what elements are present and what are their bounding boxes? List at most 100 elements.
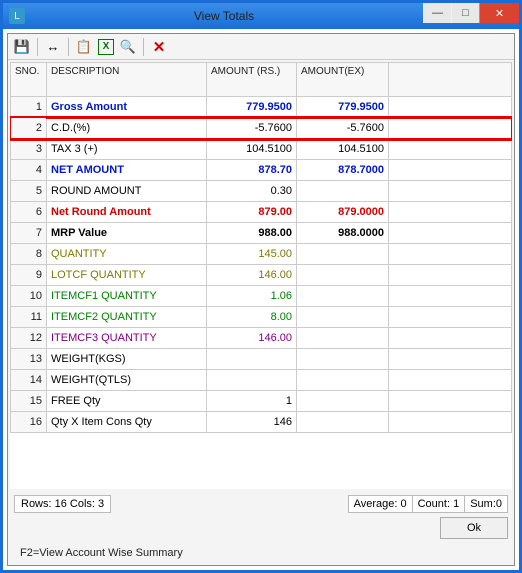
close-button[interactable]: ✕	[479, 3, 519, 23]
cell-sno[interactable]: 16	[11, 412, 47, 433]
cell-amount-rs[interactable]: 779.9500	[207, 97, 297, 118]
cell-amount-rs[interactable]: -5.7600	[207, 118, 297, 139]
cell-description[interactable]: FREE Qty	[47, 391, 207, 412]
find-binoculars-icon[interactable]: 🔍	[118, 37, 138, 57]
header-amount-rs[interactable]: AMOUNT (RS.)	[207, 63, 297, 97]
cell-description[interactable]: C.D.(%)	[47, 118, 207, 139]
excel-export-icon[interactable]: X	[98, 39, 114, 55]
cell-amount-ex[interactable]	[297, 412, 389, 433]
cell-amount-rs[interactable]: 146.00	[207, 265, 297, 286]
cell-amount-ex[interactable]: 988.0000	[297, 223, 389, 244]
table-row[interactable]: 14WEIGHT(QTLS)	[11, 370, 512, 391]
cell-description[interactable]: Qty X Item Cons Qty	[47, 412, 207, 433]
table-row[interactable]: 12ITEMCF3 QUANTITY146.00	[11, 328, 512, 349]
cell-sno[interactable]: 9	[11, 265, 47, 286]
cell-sno[interactable]: 8	[11, 244, 47, 265]
fit-width-icon[interactable]: ↔	[43, 37, 63, 57]
cell-amount-ex[interactable]: -5.7600	[297, 118, 389, 139]
cell-amount-ex[interactable]	[297, 265, 389, 286]
cell-amount-rs[interactable]: 988.00	[207, 223, 297, 244]
separator	[37, 38, 38, 56]
cell-sno[interactable]: 1	[11, 97, 47, 118]
cell-amount-ex[interactable]	[297, 244, 389, 265]
header-description[interactable]: DESCRIPTION	[47, 63, 207, 97]
cell-amount-ex[interactable]	[297, 181, 389, 202]
cell-spacer	[389, 160, 512, 181]
cell-amount-ex[interactable]	[297, 286, 389, 307]
cell-sno[interactable]: 10	[11, 286, 47, 307]
cell-sno[interactable]: 2	[11, 118, 47, 139]
minimize-button[interactable]: —	[423, 3, 451, 23]
table-row[interactable]: 4NET AMOUNT878.70878.7000	[11, 160, 512, 181]
save-icon[interactable]: 💾	[12, 37, 32, 57]
cell-amount-ex[interactable]	[297, 391, 389, 412]
table-row[interactable]: 3TAX 3 (+)104.5100104.5100	[11, 139, 512, 160]
cell-amount-ex[interactable]	[297, 370, 389, 391]
cell-sno[interactable]: 13	[11, 349, 47, 370]
cell-description[interactable]: ITEMCF1 QUANTITY	[47, 286, 207, 307]
titlebar[interactable]: L View Totals — □ ✕	[3, 3, 519, 29]
cell-amount-rs[interactable]: 878.70	[207, 160, 297, 181]
header-sno[interactable]: SNO.	[11, 63, 47, 97]
table-row[interactable]: 13WEIGHT(KGS)	[11, 349, 512, 370]
cell-amount-rs[interactable]: 146	[207, 412, 297, 433]
cell-amount-ex[interactable]: 779.9500	[297, 97, 389, 118]
cell-amount-rs[interactable]: 146.00	[207, 328, 297, 349]
cell-amount-rs[interactable]: 104.5100	[207, 139, 297, 160]
cell-description[interactable]: WEIGHT(KGS)	[47, 349, 207, 370]
table-row[interactable]: 11ITEMCF2 QUANTITY8.00	[11, 307, 512, 328]
table-row[interactable]: 8QUANTITY145.00	[11, 244, 512, 265]
table-row[interactable]: 6Net Round Amount879.00879.0000	[11, 202, 512, 223]
cell-description[interactable]: WEIGHT(QTLS)	[47, 370, 207, 391]
cell-sno[interactable]: 11	[11, 307, 47, 328]
ok-button[interactable]: Ok	[440, 517, 508, 539]
cell-spacer	[389, 328, 512, 349]
cell-description[interactable]: Gross Amount	[47, 97, 207, 118]
cell-amount-ex[interactable]: 104.5100	[297, 139, 389, 160]
cell-sno[interactable]: 4	[11, 160, 47, 181]
copy-icon[interactable]: 📋	[74, 37, 94, 57]
cell-amount-ex[interactable]: 878.7000	[297, 160, 389, 181]
table-row[interactable]: 9LOTCF QUANTITY146.00	[11, 265, 512, 286]
cell-amount-ex[interactable]: 879.0000	[297, 202, 389, 223]
cell-amount-rs[interactable]: 879.00	[207, 202, 297, 223]
header-amount-ex[interactable]: AMOUNT(EX)	[297, 63, 389, 97]
cell-amount-ex[interactable]	[297, 328, 389, 349]
table-row[interactable]: 10ITEMCF1 QUANTITY1.06	[11, 286, 512, 307]
cell-amount-rs[interactable]	[207, 349, 297, 370]
table-row[interactable]: 2C.D.(%)-5.7600-5.7600	[11, 118, 512, 139]
cell-sno[interactable]: 5	[11, 181, 47, 202]
view-totals-window: L View Totals — □ ✕ 💾 ↔ 📋 X 🔍 ✕	[0, 0, 522, 573]
cell-description[interactable]: ROUND AMOUNT	[47, 181, 207, 202]
cell-description[interactable]: ITEMCF3 QUANTITY	[47, 328, 207, 349]
cell-amount-rs[interactable]: 1.06	[207, 286, 297, 307]
cell-amount-ex[interactable]	[297, 307, 389, 328]
cell-sno[interactable]: 3	[11, 139, 47, 160]
cell-description[interactable]: LOTCF QUANTITY	[47, 265, 207, 286]
cell-description[interactable]: ITEMCF2 QUANTITY	[47, 307, 207, 328]
cell-amount-ex[interactable]	[297, 349, 389, 370]
table-row[interactable]: 16Qty X Item Cons Qty146	[11, 412, 512, 433]
cell-sno[interactable]: 7	[11, 223, 47, 244]
cell-amount-rs[interactable]: 0.30	[207, 181, 297, 202]
delete-icon[interactable]: ✕	[149, 37, 169, 57]
maximize-button[interactable]: □	[451, 3, 479, 23]
cell-amount-rs[interactable]: 1	[207, 391, 297, 412]
cell-description[interactable]: MRP Value	[47, 223, 207, 244]
cell-sno[interactable]: 14	[11, 370, 47, 391]
cell-description[interactable]: NET AMOUNT	[47, 160, 207, 181]
table-row[interactable]: 5ROUND AMOUNT0.30	[11, 181, 512, 202]
cell-sno[interactable]: 15	[11, 391, 47, 412]
cell-sno[interactable]: 12	[11, 328, 47, 349]
cell-amount-rs[interactable]: 8.00	[207, 307, 297, 328]
table-row[interactable]: 15FREE Qty1	[11, 391, 512, 412]
cell-sno[interactable]: 6	[11, 202, 47, 223]
cell-description[interactable]: TAX 3 (+)	[47, 139, 207, 160]
cell-amount-rs[interactable]	[207, 370, 297, 391]
status-sum: Sum:0	[464, 495, 508, 513]
table-row[interactable]: 7MRP Value988.00988.0000	[11, 223, 512, 244]
cell-amount-rs[interactable]: 145.00	[207, 244, 297, 265]
cell-description[interactable]: Net Round Amount	[47, 202, 207, 223]
cell-description[interactable]: QUANTITY	[47, 244, 207, 265]
table-row[interactable]: 1Gross Amount779.9500779.9500	[11, 97, 512, 118]
